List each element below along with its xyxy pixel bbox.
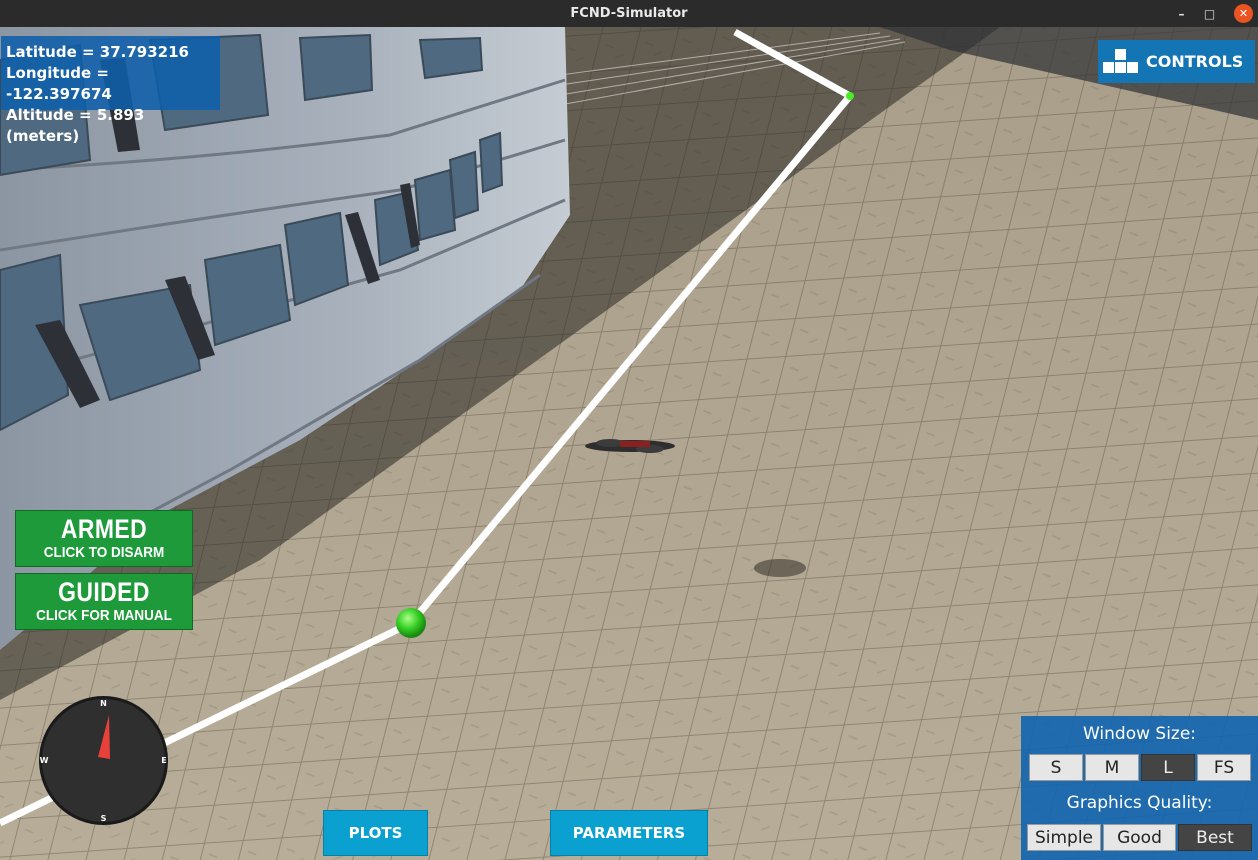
quality-good-button[interactable]: Good — [1103, 824, 1176, 851]
controls-grid-icon — [1103, 49, 1138, 73]
window-size-heading: Window Size: — [1082, 724, 1197, 744]
window-size-m-button[interactable]: M — [1085, 754, 1139, 781]
window-size-fs-button[interactable]: FS — [1197, 754, 1251, 781]
telemetry-panel: Latitude = 37.793216 Longitude = -122.39… — [1, 36, 220, 145]
waypoint-far — [846, 92, 854, 100]
minimize-icon[interactable]: – — [1172, 4, 1191, 23]
guided-title: GUIDED — [58, 577, 150, 607]
maximize-icon[interactable]: □ — [1200, 4, 1219, 23]
altitude-readout: Altitude = 5.893 (meters) — [6, 106, 145, 145]
compass-north-label: N — [100, 699, 107, 708]
waypoint-current — [396, 608, 426, 638]
close-icon[interactable]: ✕ — [1234, 4, 1253, 23]
longitude-readout: Longitude = -122.397674 — [6, 64, 112, 103]
quality-simple-button[interactable]: Simple — [1027, 824, 1101, 851]
controls-label: CONTROLS — [1146, 52, 1244, 71]
compass-west-label: W — [40, 756, 49, 765]
compass-icon: N S W E — [39, 696, 168, 825]
guided-button[interactable]: GUIDED CLICK FOR MANUAL — [15, 573, 193, 630]
compass-south-label: S — [101, 814, 107, 823]
compass-east-label: E — [161, 756, 166, 765]
window-size-s-button[interactable]: S — [1029, 754, 1083, 781]
parameters-button[interactable]: PARAMETERS — [550, 810, 708, 856]
controls-button[interactable]: CONTROLS — [1098, 40, 1255, 83]
plots-button[interactable]: PLOTS — [323, 810, 428, 856]
window-title: FCND-Simulator — [570, 6, 688, 21]
drone-shadow — [754, 559, 806, 577]
armed-button[interactable]: ARMED CLICK TO DISARM — [15, 510, 193, 567]
graphics-quality-heading: Graphics Quality: — [1066, 793, 1213, 813]
guided-subtitle: CLICK FOR MANUAL — [36, 607, 172, 624]
armed-title: ARMED — [60, 514, 148, 544]
latitude-readout: Latitude = 37.793216 — [6, 43, 189, 61]
window-size-l-button[interactable]: L — [1141, 754, 1195, 781]
settings-panel: Window Size: S M L FS Graphics Quality: … — [1021, 716, 1258, 860]
window-titlebar: FCND-Simulator – □ ✕ — [0, 0, 1258, 27]
quality-best-button[interactable]: Best — [1178, 824, 1252, 851]
armed-subtitle: CLICK TO DISARM — [43, 544, 165, 561]
